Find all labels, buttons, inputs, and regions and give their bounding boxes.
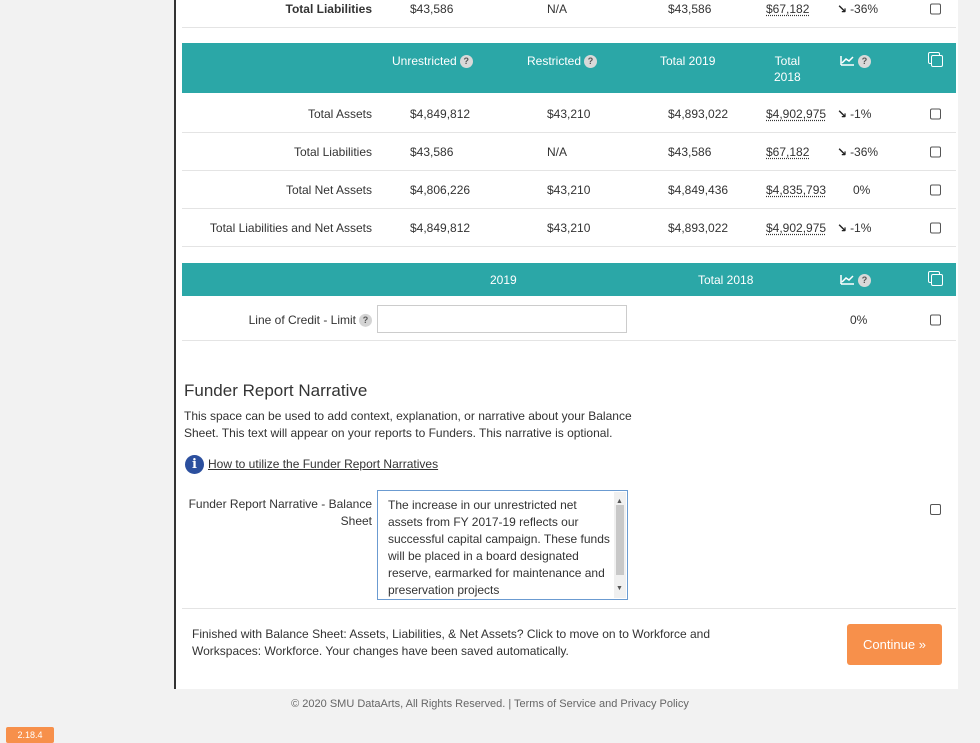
row-checkbox[interactable] — [930, 3, 941, 14]
change-text: -36% — [850, 1, 879, 16]
trend-down-icon: ↘ — [837, 106, 848, 121]
change-value: 0% — [850, 312, 868, 327]
help-icon[interactable]: ? — [858, 55, 871, 69]
unrestricted-value: $43,586 — [410, 144, 454, 159]
restricted-value: $43,210 — [547, 106, 591, 121]
row-label: Total Liabilities — [293, 144, 372, 159]
header-total-2018: Total 2018 — [698, 273, 754, 287]
copy-icon[interactable] — [928, 271, 943, 286]
restricted-value: N/A — [547, 144, 568, 159]
total-2019-value: $4,893,022 — [668, 220, 729, 235]
total-2018-value[interactable]: $67,182 — [766, 145, 809, 159]
change-text: -1% — [850, 106, 872, 121]
narrative-checkbox[interactable] — [930, 504, 941, 515]
unrestricted-value: $43,586 — [410, 1, 454, 16]
help-icon[interactable]: ? — [359, 313, 372, 327]
trend-chart-icon — [840, 54, 855, 70]
row-checkbox[interactable] — [930, 146, 941, 157]
row-checkbox[interactable] — [930, 184, 941, 195]
info-icon: i — [185, 455, 204, 474]
table-row: Total Liabilities $43,586 N/A $43,586 $6… — [182, 0, 956, 28]
change-text: 0% — [853, 182, 871, 197]
total-2018-value[interactable]: $4,902,975 — [766, 221, 826, 235]
total-2018-value[interactable]: $4,835,793 — [766, 183, 826, 197]
change-value: ↘ -1% — [837, 107, 871, 121]
header-unrestricted: Unrestricted? — [392, 53, 473, 69]
total-2019-value: $43,586 — [668, 144, 712, 159]
trend-chart-icon — [840, 273, 855, 289]
table-header: 2019 Total 2018 ? — [182, 263, 956, 296]
section-title: Funder Report Narrative — [184, 381, 368, 400]
change-value: ↘ -36% — [837, 145, 878, 159]
total-2018-value[interactable]: $67,182 — [766, 2, 809, 16]
unrestricted-value: $4,806,226 — [410, 182, 471, 197]
copy-icon[interactable] — [928, 52, 943, 67]
header-trend: ? — [840, 272, 871, 289]
help-icon[interactable]: ? — [584, 55, 598, 69]
textarea-scrollbar[interactable]: ▲ ▼ — [614, 492, 626, 598]
row-label: Total Assets — [307, 106, 372, 121]
trend-down-icon: ↘ — [837, 144, 848, 159]
copyright-footer: © 2020 SMU DataArts, All Rights Reserved… — [291, 698, 689, 710]
change-value: ↘ -1% — [837, 221, 871, 235]
table-header: Unrestricted? Restricted? Total 2019 Tot… — [182, 43, 956, 93]
change-text: -36% — [850, 144, 879, 159]
divider — [182, 608, 956, 609]
narrative-help-link[interactable]: How to utilize the Funder Report Narrati… — [208, 457, 438, 471]
table-row: Total Liabilities and Net Assets $4,849,… — [182, 209, 956, 247]
restricted-value: $43,210 — [547, 182, 591, 197]
narrative-text: The increase in our unrestricted net ass… — [388, 498, 610, 597]
section-description: This space can be used to add context, e… — [184, 409, 632, 440]
narrative-textarea[interactable]: The increase in our unrestricted net ass… — [377, 490, 628, 600]
table-row: Total Liabilities $43,586 N/A $43,586 $6… — [182, 133, 956, 171]
restricted-value: $43,210 — [547, 220, 591, 235]
narrative-field-label: Funder Report Narrative - Balance Sheet — [188, 497, 372, 528]
header-2019: 2019 — [490, 273, 517, 287]
restricted-value: N/A — [547, 1, 568, 16]
total-2019-value: $43,586 — [668, 1, 712, 16]
trend-down-icon: ↘ — [837, 220, 848, 235]
unrestricted-value: $4,849,812 — [410, 220, 471, 235]
trend-down-icon: ↘ — [837, 1, 848, 16]
continue-button[interactable]: Continue » — [847, 624, 942, 665]
header-restricted: Restricted? — [527, 53, 598, 69]
table-row: Total Net Assets $4,806,226 $43,210 $4,8… — [182, 171, 956, 209]
unrestricted-value: $4,849,812 — [410, 106, 471, 121]
main-panel: Total Liabilities $43,586 N/A $43,586 $6… — [174, 0, 958, 689]
help-icon[interactable]: ? — [459, 55, 473, 69]
row-label: Line of Credit - Limit? — [249, 312, 372, 327]
table-row: Total Assets $4,849,812 $43,210 $4,893,0… — [182, 95, 956, 133]
scroll-thumb[interactable] — [616, 505, 624, 575]
change-text: -1% — [850, 220, 872, 235]
version-badge: 2.18.4 — [6, 727, 54, 743]
change-value: ↘ -36% — [837, 2, 878, 16]
scroll-down-icon[interactable]: ▼ — [616, 580, 623, 597]
help-icon[interactable]: ? — [858, 274, 871, 288]
row-checkbox[interactable] — [930, 108, 941, 119]
row-label: Total Liabilities — [285, 1, 372, 16]
header-total-2019: Total 2019 — [660, 54, 716, 68]
row-checkbox[interactable] — [930, 314, 941, 325]
row-label: Total Net Assets — [285, 182, 372, 197]
header-trend: ? — [840, 53, 871, 70]
row-label: Total Liabilities and Net Assets — [209, 220, 372, 235]
finish-message: Finished with Balance Sheet: Assets, Lia… — [192, 627, 711, 658]
row-checkbox[interactable] — [930, 222, 941, 233]
total-2019-value: $4,849,436 — [668, 182, 729, 197]
line-of-credit-input[interactable] — [377, 305, 627, 333]
total-2019-value: $4,893,022 — [668, 106, 729, 121]
header-total-2018: Total 2018 — [774, 54, 801, 84]
total-2018-value[interactable]: $4,902,975 — [766, 107, 826, 121]
change-value: 0% — [850, 183, 870, 197]
